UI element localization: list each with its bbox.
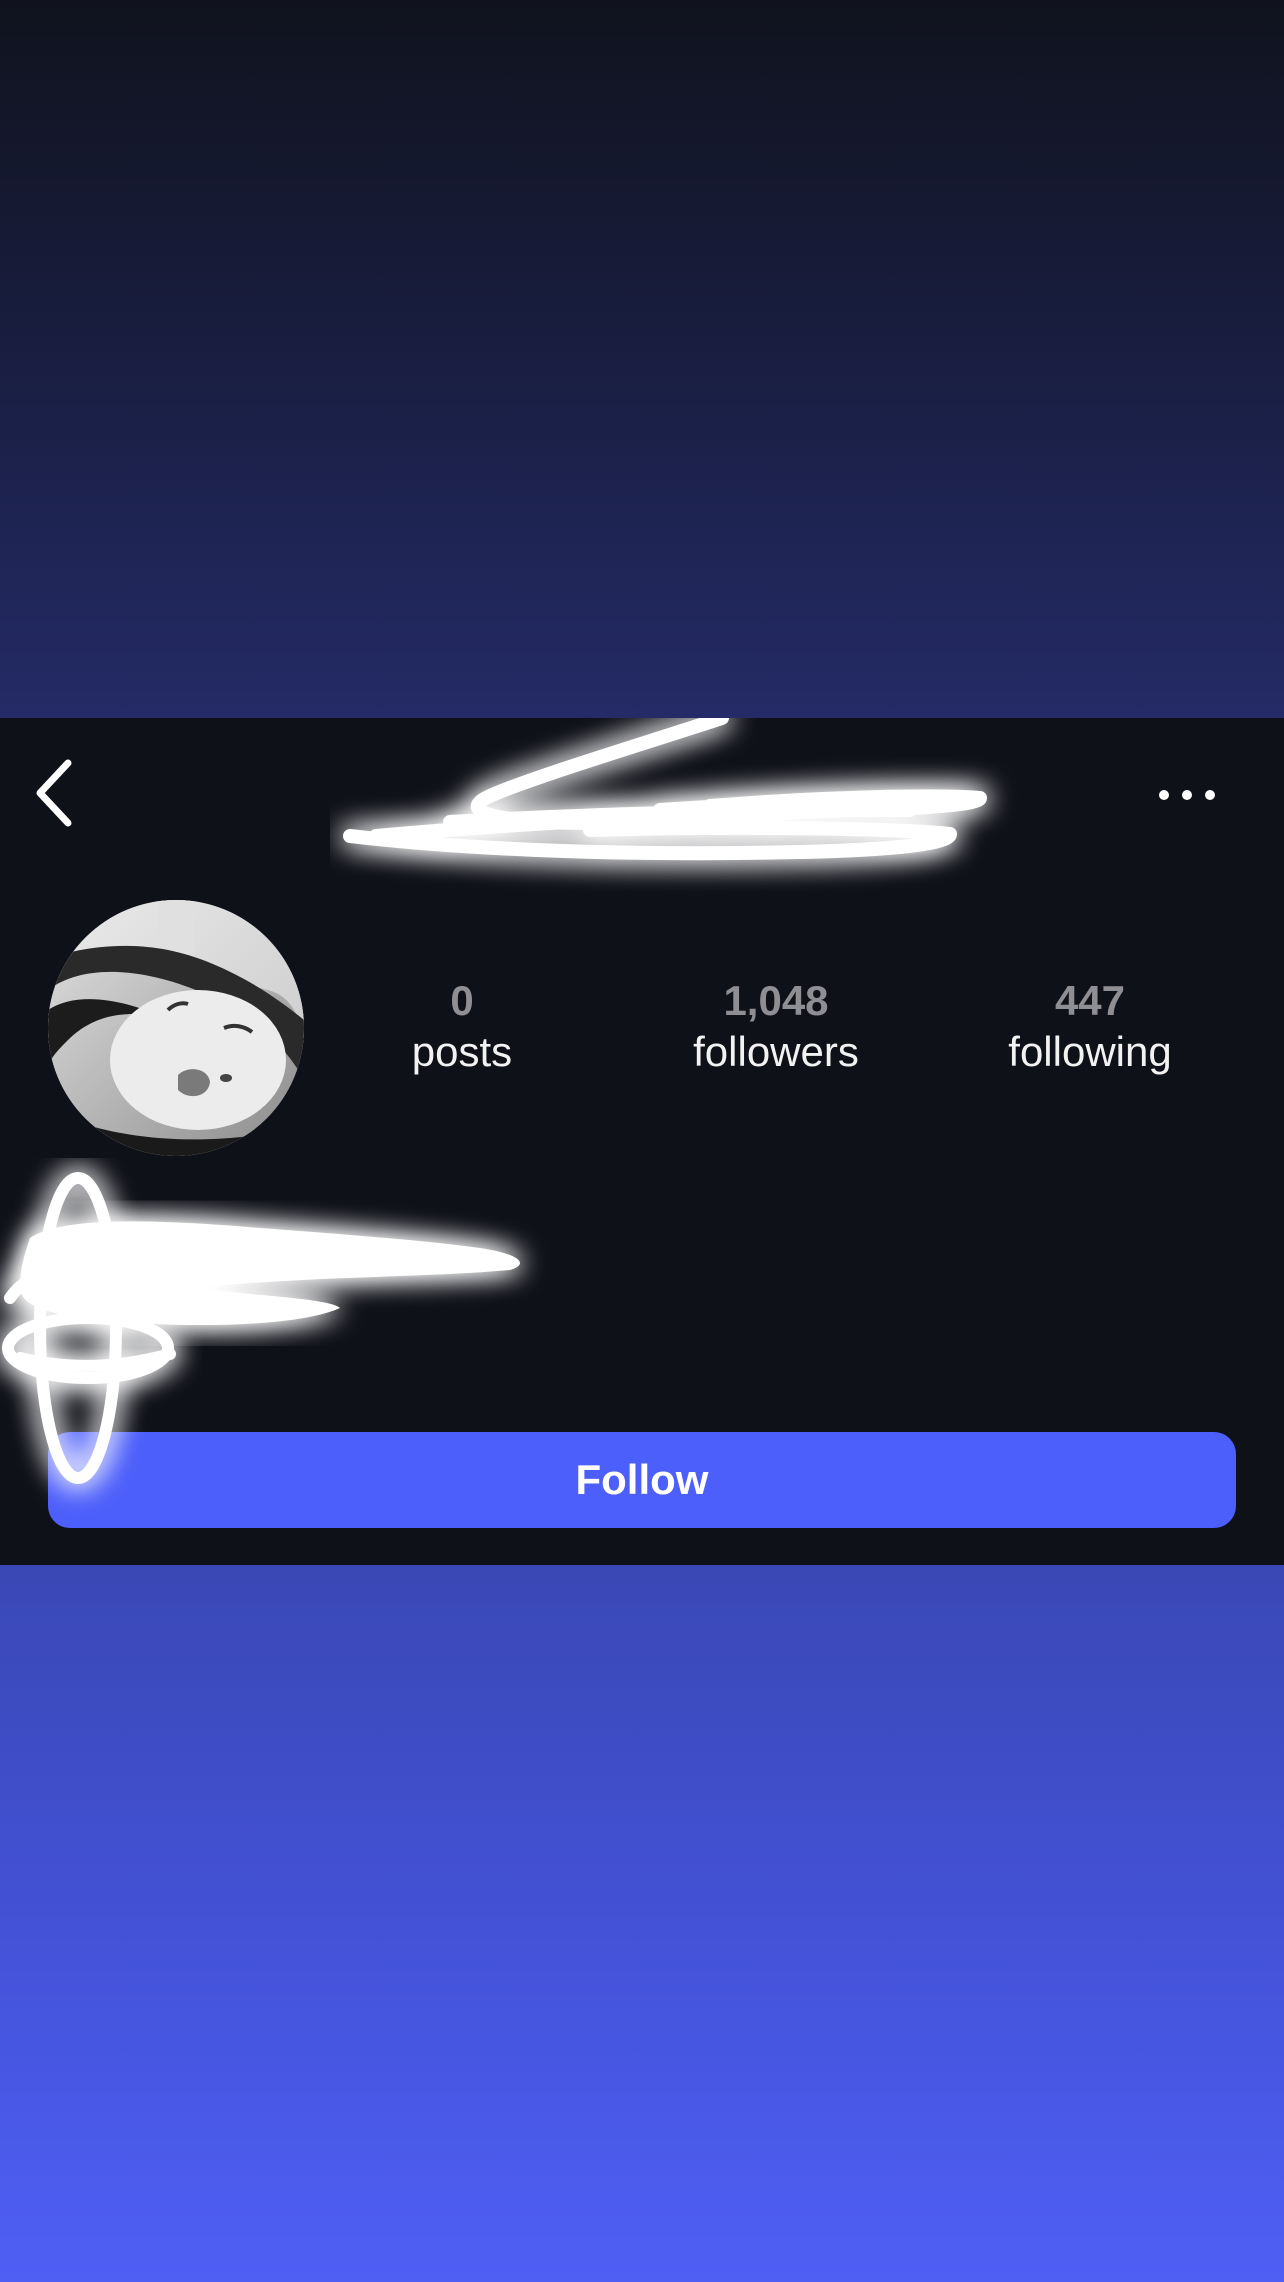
more-options-button[interactable] (1150, 773, 1224, 817)
following-count: 447 (1054, 977, 1126, 1024)
ellipsis-icon (1159, 790, 1215, 800)
stat-followers[interactable]: 1,048 followers (646, 976, 906, 1078)
followers-count: 1,048 (723, 977, 829, 1024)
top-background (0, 0, 1284, 718)
following-label: following (1008, 1028, 1172, 1075)
bio-redaction (2, 1172, 520, 1484)
avatar[interactable] (48, 900, 304, 1156)
chevron-left-icon (36, 759, 72, 827)
bottom-background (0, 1565, 1284, 2282)
stat-posts[interactable]: 0 posts (332, 976, 592, 1078)
posts-label: posts (411, 1028, 513, 1075)
posts-count: 0 (450, 977, 474, 1024)
avatar-image (48, 900, 304, 1156)
back-button[interactable] (30, 753, 82, 833)
username-redaction (343, 718, 987, 861)
profile-card: 0 posts 1,048 followers 447 following Fo… (0, 718, 1284, 1565)
stat-following[interactable]: 447 following (960, 976, 1220, 1078)
followers-label: followers (693, 1028, 859, 1075)
